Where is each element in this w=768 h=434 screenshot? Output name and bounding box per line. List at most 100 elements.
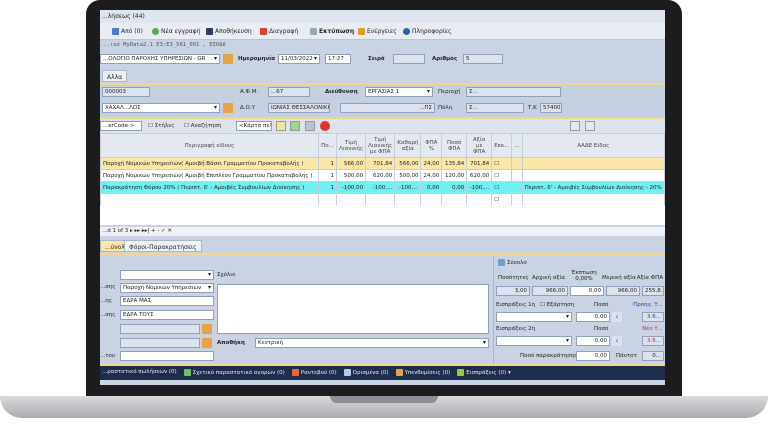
window-title: ...λήσεως (44) bbox=[100, 10, 665, 23]
cell bbox=[511, 157, 523, 170]
table-row[interactable]: Παροχή Νομικών Υπηρεσιών( Αμοιβή Επιπλέο… bbox=[100, 169, 665, 182]
area-label: Περιοχή bbox=[438, 89, 461, 95]
rec2-amount[interactable]: 0,00 bbox=[576, 336, 610, 346]
field-7[interactable] bbox=[120, 351, 214, 361]
field-3[interactable]: ΕΔΡΑ ΜΑΣ bbox=[120, 296, 214, 306]
cell bbox=[521, 169, 665, 182]
col-qty[interactable]: Πο... bbox=[318, 133, 337, 158]
card-input[interactable]: <Κάρτα πελά bbox=[236, 121, 272, 131]
doy-label: Δ.Ο.Υ bbox=[240, 105, 255, 111]
wand-icon[interactable] bbox=[276, 121, 286, 131]
field-2-select[interactable]: Παροχή Νομικών Υπηρεσιών bbox=[120, 283, 214, 293]
grid-toolbar: ...erCode > ☐ Στήλες ☐ Αναζήτηση <Κάρτα … bbox=[100, 119, 665, 133]
col-description[interactable]: Περιγραφή είδους bbox=[100, 133, 319, 158]
tk-field[interactable]: 57400 bbox=[540, 103, 562, 113]
folder-icon[interactable] bbox=[202, 324, 212, 334]
expand-icon[interactable] bbox=[570, 121, 580, 131]
search-checkbox[interactable]: ☐ Αναζήτηση bbox=[184, 123, 221, 129]
rec2-select[interactable] bbox=[496, 336, 572, 346]
street-field[interactable]: ...ΠΣ bbox=[340, 103, 435, 113]
appointments-label: Ραντεβού (0) bbox=[300, 370, 337, 376]
actions-label: Ενέργειες bbox=[367, 28, 397, 35]
checkbox[interactable]: ☐ bbox=[491, 157, 513, 170]
col-exc[interactable]: Εκκ... bbox=[491, 133, 513, 158]
col-net[interactable]: Καθαρή αξία bbox=[394, 133, 422, 158]
col-more[interactable]: ... bbox=[511, 133, 523, 158]
tk-label: Τ.Κ bbox=[528, 105, 537, 111]
comment-textarea[interactable] bbox=[217, 284, 489, 334]
nav-buttons[interactable]: ▸ ▸▸ ▸▸| + - ✓ ✕ bbox=[130, 228, 172, 234]
city-field[interactable]: Σ... bbox=[466, 103, 524, 113]
purchase-docs-link[interactable]: Σχετικό παραστατικό αγορών (0) bbox=[183, 369, 285, 377]
warehouse-select[interactable]: Κεντρική bbox=[255, 338, 489, 348]
col-total[interactable]: Αξία με ΦΠΑ bbox=[466, 133, 493, 158]
refresh-icon[interactable] bbox=[305, 121, 315, 131]
cell: -100,... bbox=[466, 181, 493, 194]
defined-link[interactable]: Ορισμένα (0) bbox=[343, 369, 389, 377]
address-select[interactable]: ΕΡΓΑΣΙΑΣ 1 bbox=[365, 87, 433, 97]
date-field[interactable]: 11/03/2022 bbox=[278, 54, 320, 64]
tab-other[interactable]: Αλλα bbox=[102, 70, 128, 82]
tomato-icon[interactable] bbox=[320, 121, 330, 131]
checkbox[interactable]: ☐ bbox=[491, 181, 513, 194]
table-row[interactable]: Παρακράτηση Φόρου 20% ( Περιπτ. δ' - Αμο… bbox=[100, 181, 665, 194]
info-button[interactable]: Πληροφορίες bbox=[403, 28, 452, 35]
time-field[interactable]: 17:27 bbox=[325, 54, 351, 64]
columns-checkbox[interactable]: ☐ Στήλες bbox=[148, 123, 174, 129]
save-button[interactable]: Αποθήκευση bbox=[206, 28, 252, 35]
field-1-select[interactable] bbox=[120, 270, 214, 280]
seira-field[interactable] bbox=[393, 54, 425, 64]
chevron-left-icon[interactable]: ‹ bbox=[612, 312, 622, 322]
series-select[interactable]: ...ΟΛΟΓΙΟ ΠΑΡΟΧΗΣ ΥΠΗΡΕΣΙΩΝ - GR bbox=[100, 54, 220, 64]
rec1-amount[interactable]: 0,00 bbox=[576, 312, 610, 322]
col-aade[interactable]: ΑΑΔΕ Είδος bbox=[521, 133, 665, 158]
grid-navigator[interactable]: ...d 1 of 3 ▸ ▸▸ ▸▸| + - ✓ ✕ bbox=[100, 227, 665, 236]
checkbox[interactable]: ☐ bbox=[491, 169, 513, 182]
delete-button[interactable]: Διαγραφή bbox=[260, 28, 298, 35]
col-price[interactable]: Τιμή Λιανικής bbox=[335, 133, 367, 158]
doy-field[interactable]: ΙΩΝΙΑΣ ΘΕΣΣΑΛΟΝΙΚΗ bbox=[268, 103, 330, 113]
customer-code[interactable]: 000003 bbox=[102, 87, 150, 97]
prev-balance: 3.6... bbox=[642, 312, 664, 322]
city-label: Πόλη bbox=[438, 105, 453, 111]
barcode-input[interactable]: ...erCode > bbox=[100, 121, 142, 131]
tab-taxes[interactable]: Φόροι-Παρακρατήσεις bbox=[124, 240, 202, 252]
picture-icon[interactable] bbox=[290, 121, 300, 131]
chevron-left-icon[interactable]: ‹ bbox=[612, 336, 622, 346]
print-button[interactable]: Εκτύπωση bbox=[310, 28, 354, 35]
new-record-button[interactable]: Νέα εγγραφή bbox=[152, 28, 200, 35]
folder-icon[interactable] bbox=[223, 103, 233, 113]
document-path: ...ικό MyData2.1 Ε3:Ε3_561_001 , ΕΣΟΔΑ bbox=[100, 42, 226, 48]
dependency-checkbox[interactable]: ☐ Εξάρτηση bbox=[540, 302, 574, 308]
area-field[interactable]: Σ... bbox=[466, 87, 561, 97]
new-row[interactable]: ☐ bbox=[100, 193, 665, 206]
printer-icon bbox=[310, 28, 317, 35]
sales-docs-link[interactable]: ...ραστατικό πωλήσεων (0) bbox=[102, 369, 177, 377]
field-6[interactable] bbox=[120, 338, 200, 348]
discount-input[interactable]: 0,00 bbox=[570, 286, 604, 296]
col-vat-amount[interactable]: Ποσό ΦΠΑ bbox=[441, 133, 468, 158]
customer-name[interactable]: ΧΑΧΑΛ...ΛΟΣ bbox=[102, 103, 220, 113]
number-field[interactable]: 5 bbox=[463, 54, 503, 64]
field-5[interactable] bbox=[120, 324, 200, 334]
amount-label: Ποσό bbox=[594, 326, 609, 332]
laptop-notch bbox=[330, 396, 438, 403]
reminders-link[interactable]: Υπενθυμίσεις (0) bbox=[395, 369, 450, 377]
actions-button[interactable]: Ενέργειες bbox=[358, 28, 397, 35]
cell: 620,00 bbox=[466, 169, 493, 182]
folder-icon[interactable] bbox=[223, 54, 233, 64]
collapse-icon[interactable] bbox=[585, 121, 595, 131]
cell: 0,00 bbox=[441, 181, 468, 194]
appointments-link[interactable]: Ραντεβού (0) bbox=[291, 369, 337, 377]
receipt-icon bbox=[457, 369, 465, 376]
withholding-amount[interactable]: 0,00 bbox=[576, 351, 610, 361]
folder-icon[interactable] bbox=[202, 338, 212, 348]
rec1-select[interactable] bbox=[496, 312, 572, 322]
table-row[interactable]: Παροχή Νομικών Υπηρεσιών( Αμοιβή Βάσει Γ… bbox=[100, 157, 665, 170]
from-button[interactable]: Από (0) bbox=[112, 28, 143, 35]
afm-field[interactable]: ...67 bbox=[268, 87, 310, 97]
col-price-vat[interactable]: Τιμή Λιανικής με ΦΠΑ bbox=[365, 133, 396, 158]
receipts-link[interactable]: Εισπράξεις (0) ▾ bbox=[457, 369, 511, 377]
col-vat-pct[interactable]: ΦΠΑ % bbox=[420, 133, 443, 158]
field-4[interactable]: ΕΔΡΑ ΤΟΥΣ bbox=[120, 310, 214, 320]
